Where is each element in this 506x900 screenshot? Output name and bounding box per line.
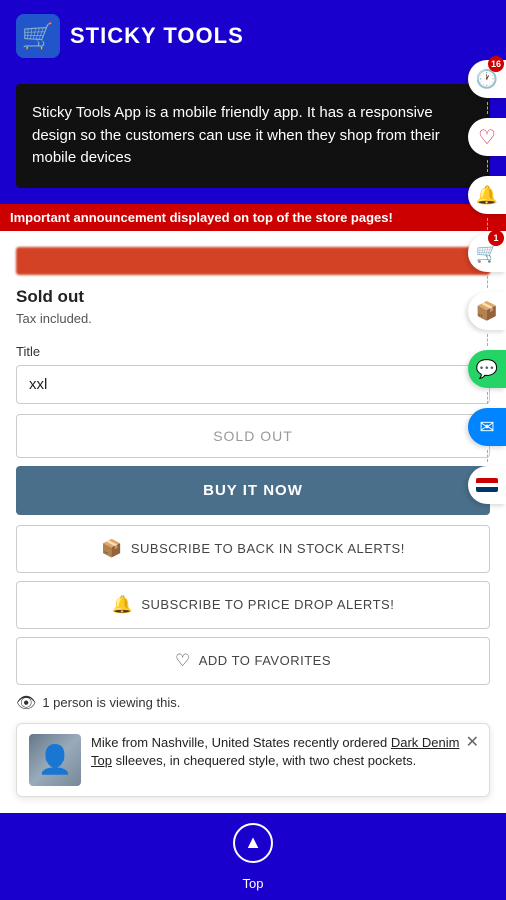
scroll-top-label: Top bbox=[243, 876, 264, 891]
scroll-top-button[interactable]: ▲ bbox=[233, 823, 273, 863]
description-text: Sticky Tools App is a mobile friendly ap… bbox=[32, 104, 440, 166]
title-input[interactable] bbox=[16, 365, 490, 404]
app-header: 🛒 STICKY TOOLS bbox=[0, 0, 506, 72]
chevron-up-icon: ▲ bbox=[244, 832, 262, 853]
messenger-icon-button[interactable]: ✉ bbox=[468, 408, 506, 446]
sold-out-label: Sold out bbox=[16, 287, 490, 307]
messenger-icon: ✉ bbox=[479, 417, 494, 438]
favorites-icon: ♡ bbox=[175, 651, 191, 671]
heart-icon: ♡ bbox=[478, 125, 496, 150]
subscribe-price-label: SUBSCRIBE TO PRICE DROP ALERTS! bbox=[141, 597, 394, 612]
announcement-banner: Important announcement displayed on top … bbox=[0, 204, 506, 231]
subscribe-price-button[interactable]: 🔔 SUBSCRIBE TO PRICE DROP ALERTS! bbox=[16, 581, 490, 629]
announcement-text: Important announcement displayed on top … bbox=[10, 210, 393, 225]
app-logo: 🛒 bbox=[16, 14, 60, 58]
history-icon-button[interactable]: 🕐 16 bbox=[468, 60, 506, 98]
heart-icon-button[interactable]: ♡ bbox=[468, 118, 506, 156]
floating-icons-panel: 🕐 16 ♡ 🔔 🛒 1 📦 💬 ✉ bbox=[468, 60, 506, 504]
bell-icon: 🔔 bbox=[476, 185, 498, 206]
subscribe-stock-icon: 📦 bbox=[101, 539, 123, 559]
flag-icon bbox=[476, 478, 498, 492]
subscribe-price-icon: 🔔 bbox=[112, 595, 134, 615]
popup-avatar: 👤 bbox=[29, 734, 81, 786]
history-badge: 16 bbox=[488, 56, 504, 72]
divider bbox=[487, 450, 488, 462]
viewing-bar: 👁 1 person is viewing this. bbox=[16, 693, 490, 713]
viewing-text: 1 person is viewing this. bbox=[42, 695, 180, 710]
add-to-favorites-button[interactable]: ♡ ADD TO FAVORITES bbox=[16, 637, 490, 685]
box-icon: 📦 bbox=[476, 301, 498, 322]
cart-icon-button[interactable]: 🛒 1 bbox=[468, 234, 506, 272]
divider bbox=[487, 218, 488, 230]
subscribe-stock-label: SUBSCRIBE TO BACK IN STOCK ALERTS! bbox=[131, 541, 405, 556]
description-box: Sticky Tools App is a mobile friendly ap… bbox=[16, 84, 490, 188]
sold-out-button: SOLD OUT bbox=[16, 414, 490, 458]
title-field-label: Title bbox=[16, 344, 490, 359]
divider bbox=[487, 276, 488, 288]
subscribe-stock-button[interactable]: 📦 SUBSCRIBE TO BACK IN STOCK ALERTS! bbox=[16, 525, 490, 573]
notification-popup: 👤 Mike from Nashville, United States rec… bbox=[16, 723, 490, 797]
whatsapp-icon-button[interactable]: 💬 bbox=[468, 350, 506, 388]
divider bbox=[487, 160, 488, 172]
popup-suffix: sl bbox=[116, 753, 125, 768]
eye-icon: 👁 bbox=[16, 693, 36, 713]
product-title-blur bbox=[16, 247, 490, 275]
flag-icon-button[interactable] bbox=[468, 466, 506, 504]
app-title: STICKY TOOLS bbox=[70, 23, 244, 49]
tax-label: Tax included. bbox=[16, 311, 490, 326]
divider bbox=[487, 102, 488, 114]
buy-now-button[interactable]: BUY IT NOW bbox=[16, 466, 490, 515]
whatsapp-icon: 💬 bbox=[476, 359, 498, 380]
cart-badge: 1 bbox=[488, 230, 504, 246]
bell-icon-button[interactable]: 🔔 bbox=[468, 176, 506, 214]
popup-close-button[interactable]: ✕ bbox=[466, 732, 479, 752]
popup-name: Mike from Nashville, United States recen… bbox=[91, 735, 387, 750]
product-card: Sold out Tax included. Title SOLD OUT BU… bbox=[0, 231, 506, 813]
favorites-label: ADD TO FAVORITES bbox=[199, 653, 331, 668]
divider bbox=[487, 334, 488, 346]
divider bbox=[487, 392, 488, 404]
box-icon-button[interactable]: 📦 bbox=[468, 292, 506, 330]
popup-text: Mike from Nashville, United States recen… bbox=[91, 734, 477, 770]
